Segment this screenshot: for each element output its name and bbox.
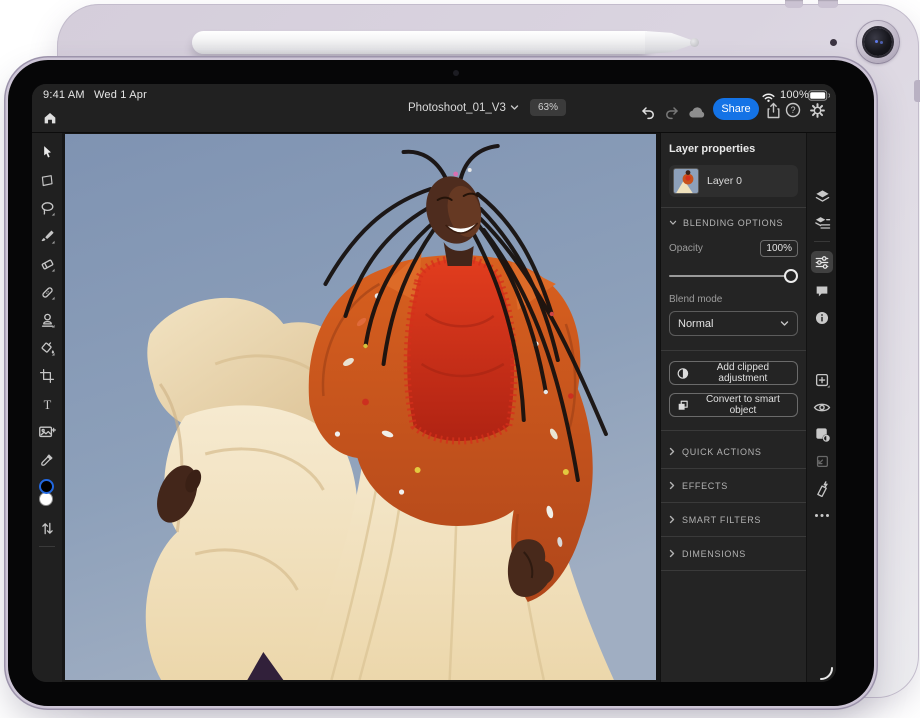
background-color-chip[interactable] xyxy=(39,492,53,506)
export-icon[interactable] xyxy=(764,101,782,119)
blend-mode-dropdown[interactable]: Normal xyxy=(669,311,798,336)
foreground-color-chip[interactable] xyxy=(39,479,54,494)
opacity-value[interactable]: 100% xyxy=(760,240,798,257)
add-layer-icon[interactable] xyxy=(811,371,833,389)
clipped-adjustment-icon xyxy=(677,367,689,380)
opacity-slider-knob[interactable] xyxy=(784,269,798,283)
crop-tool[interactable] xyxy=(37,366,57,386)
panel-title: Layer properties xyxy=(669,143,798,155)
comments-icon[interactable] xyxy=(811,282,833,300)
rear-ipad-volume-button xyxy=(818,0,838,8)
section-smart-filters[interactable]: SMART FILTERS xyxy=(669,509,798,530)
layer-name: Layer 0 xyxy=(707,175,742,187)
status-time: 9:41 AM xyxy=(43,89,85,101)
settings-gear-icon[interactable] xyxy=(807,100,827,120)
layer-properties-panel: Layer properties Layer 0 BLENDING OPTION… xyxy=(660,133,806,682)
photo-illustration xyxy=(65,134,656,680)
task-strip xyxy=(806,133,836,682)
svg-text:?: ? xyxy=(790,105,795,115)
blend-mode-label: Blend mode xyxy=(669,294,798,305)
rear-ipad-side-button xyxy=(914,80,920,102)
chevron-right-icon xyxy=(669,481,675,490)
top-toolbar: 9:41 AM Wed 1 Apr 100% Photoshoot_01_V3 … xyxy=(32,84,836,133)
photo-layer[interactable] xyxy=(65,134,656,680)
more-ellipsis-icon[interactable] xyxy=(811,506,833,524)
section-dimensions[interactable]: DIMENSIONS xyxy=(669,543,798,564)
opacity-label: Opacity xyxy=(669,243,703,254)
color-swatches[interactable] xyxy=(37,478,57,510)
front-camera-icon xyxy=(453,70,459,76)
place-image-tool[interactable] xyxy=(37,422,57,442)
layer-thumbnail xyxy=(673,168,699,194)
adjustments-icon[interactable] xyxy=(811,251,833,273)
transform-tool[interactable] xyxy=(37,170,57,190)
home-icon[interactable] xyxy=(40,108,60,128)
eraser-tool[interactable] xyxy=(37,254,57,274)
chevron-down-icon[interactable] xyxy=(510,104,519,111)
front-ipad-device: 9:41 AM Wed 1 Apr 100% Photoshoot_01_V3 … xyxy=(8,60,874,706)
healing-brush-tool[interactable] xyxy=(37,282,57,302)
share-button[interactable]: Share xyxy=(713,98,759,120)
chevron-down-icon xyxy=(669,220,677,226)
canvas-area[interactable] xyxy=(62,133,660,682)
undo-icon[interactable] xyxy=(638,103,656,121)
help-icon[interactable]: ? xyxy=(784,101,802,119)
layer-row[interactable]: Layer 0 xyxy=(669,165,798,197)
effects-wand-icon[interactable] xyxy=(811,479,833,497)
battery-percent: 100% xyxy=(780,89,809,101)
move-tool[interactable] xyxy=(37,142,57,162)
clipping-mask-icon[interactable] xyxy=(811,452,833,470)
rear-camera-icon xyxy=(857,21,899,63)
info-icon[interactable] xyxy=(811,309,833,327)
cloud-sync-icon[interactable] xyxy=(687,104,707,120)
paint-bucket-tool[interactable] xyxy=(37,338,57,358)
layer-mask-icon[interactable] xyxy=(811,425,833,443)
clone-stamp-tool[interactable] xyxy=(37,310,57,330)
section-effects[interactable]: EFFECTS xyxy=(669,475,798,496)
tool-strip: T xyxy=(32,133,62,682)
lasso-tool[interactable] xyxy=(37,198,57,218)
visibility-eye-icon[interactable] xyxy=(811,398,833,416)
chevron-down-icon xyxy=(780,320,789,327)
eyedropper-tool[interactable] xyxy=(37,450,57,470)
document-title[interactable]: Photoshoot_01_V3 xyxy=(408,102,506,114)
chevron-right-icon xyxy=(669,549,675,558)
convert-smart-object-button[interactable]: Convert to smart object xyxy=(669,393,798,417)
redo-icon[interactable] xyxy=(663,103,681,121)
add-clipped-adjustment-button[interactable]: Add clipped adjustment xyxy=(669,361,798,385)
smart-object-icon xyxy=(677,399,689,412)
layer-properties-icon[interactable] xyxy=(811,214,833,232)
photoshop-app-screen: 9:41 AM Wed 1 Apr 100% Photoshoot_01_V3 … xyxy=(32,84,836,682)
rear-ipad-mic-dot xyxy=(830,39,837,46)
corner-arc-indicator xyxy=(820,667,834,681)
opacity-slider[interactable] xyxy=(669,269,798,283)
zoom-level-badge[interactable]: 63% xyxy=(530,99,566,116)
svg-text:T: T xyxy=(43,398,51,412)
status-date: Wed 1 Apr xyxy=(94,89,147,101)
layers-icon[interactable] xyxy=(811,187,833,205)
chevron-right-icon xyxy=(669,515,675,524)
blending-options-header[interactable]: BLENDING OPTIONS xyxy=(669,218,798,228)
chevron-right-icon xyxy=(669,447,675,456)
brush-tool[interactable] xyxy=(37,226,57,246)
rear-ipad-volume-button xyxy=(785,0,803,8)
swap-arrows[interactable] xyxy=(37,518,57,538)
section-quick-actions[interactable]: QUICK ACTIONS xyxy=(669,441,798,462)
type-tool[interactable]: T xyxy=(37,394,57,414)
